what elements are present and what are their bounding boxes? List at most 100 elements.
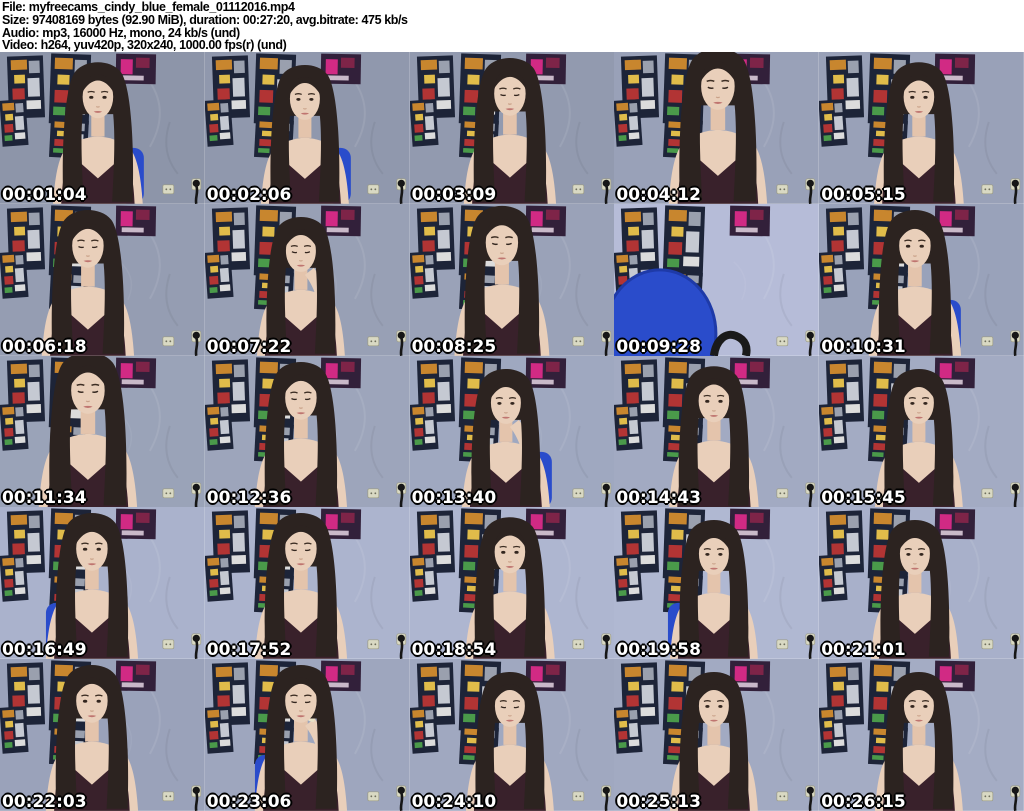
webcam-frame xyxy=(819,52,1024,204)
wall-poster xyxy=(0,250,29,299)
webcam-frame xyxy=(819,507,1024,660)
wall-poster xyxy=(819,706,848,754)
thumbnail-timestamp: 00:05:15 xyxy=(821,184,906,204)
webcam-frame xyxy=(409,507,615,660)
wall-poster xyxy=(115,660,157,692)
video-thumbnail: 00:26:15 xyxy=(819,659,1024,811)
file-info-line: File: myfreecams_cindy_blue_female_01112… xyxy=(2,0,295,14)
video-thumbnail: 00:11:34 xyxy=(0,355,205,508)
video-thumbnail: 00:18:54 xyxy=(409,507,615,660)
wall-poster xyxy=(409,402,439,451)
power-outlet xyxy=(162,184,175,195)
wall-poster xyxy=(0,402,29,451)
wall-poster xyxy=(115,205,157,237)
webcam-frame xyxy=(819,659,1024,811)
power-outlet xyxy=(572,639,584,650)
video-thumbnail: 00:05:15 xyxy=(819,52,1024,204)
thumbnail-timestamp: 00:23:06 xyxy=(206,792,292,811)
thumbnail-timestamp: 00:25:13 xyxy=(616,792,701,811)
wall-poster xyxy=(115,509,157,540)
webcam-frame xyxy=(614,355,820,508)
thumbnail-timestamp: 00:22:03 xyxy=(2,792,87,811)
wall-poster xyxy=(204,402,234,451)
wall-poster xyxy=(320,205,361,237)
wall-poster xyxy=(409,706,439,754)
video-thumbnail: 00:17:52 xyxy=(204,507,410,660)
wall-poster xyxy=(614,99,643,147)
video-thumbnail: 00:19:58 xyxy=(614,507,820,660)
wall-poster xyxy=(115,357,157,388)
power-outlet xyxy=(367,791,379,802)
power-outlet xyxy=(572,791,584,802)
wall-poster xyxy=(730,205,771,237)
webcam-frame xyxy=(614,203,820,356)
power-outlet xyxy=(981,639,994,650)
wall-poster xyxy=(204,554,234,603)
video-thumbnail: 00:23:06 xyxy=(204,659,410,811)
video-thumbnail: 00:03:09 xyxy=(409,52,615,204)
power-outlet xyxy=(776,639,789,650)
video-thumbnail: 00:22:03 xyxy=(0,659,205,811)
wall-poster xyxy=(409,99,439,147)
power-outlet xyxy=(572,336,584,346)
thumbnail-timestamp: 00:09:28 xyxy=(616,336,701,356)
video-info-line: Video: h264, yuv420p, 320x240, 1000.00 f… xyxy=(2,38,287,53)
wall-poster xyxy=(819,554,848,603)
power-outlet xyxy=(367,488,379,498)
webcam-frame xyxy=(614,507,820,660)
wall-poster xyxy=(819,250,848,299)
webcam-frame xyxy=(0,659,205,811)
thumbnail-timestamp: 00:13:40 xyxy=(411,488,497,508)
power-outlet xyxy=(776,336,789,346)
webcam-frame xyxy=(819,203,1024,356)
webcam-frame xyxy=(409,659,615,811)
power-outlet xyxy=(367,639,379,650)
power-outlet xyxy=(367,184,379,195)
power-outlet xyxy=(162,639,175,650)
power-outlet xyxy=(572,488,584,498)
thumbnail-timestamp: 00:12:36 xyxy=(206,488,292,508)
video-thumbnail: 00:07:22 xyxy=(204,203,410,356)
webcam-frame xyxy=(204,507,410,660)
video-thumbnail: 00:12:36 xyxy=(204,355,410,508)
wall-poster xyxy=(0,706,29,754)
thumbnail-timestamp: 00:04:12 xyxy=(616,184,701,204)
webcam-frame xyxy=(614,52,820,204)
thumbnail-timestamp: 00:14:43 xyxy=(616,488,701,508)
webcam-frame xyxy=(204,203,410,356)
thumbnail-timestamp: 00:10:31 xyxy=(821,336,906,356)
thumbnail-timestamp: 00:06:18 xyxy=(2,336,87,356)
power-outlet xyxy=(776,791,789,802)
wall-poster xyxy=(0,554,29,603)
wall-poster xyxy=(204,99,234,147)
thumbnail-timestamp: 00:08:25 xyxy=(411,336,497,356)
thumbnail-timestamp: 00:17:52 xyxy=(206,640,292,660)
thumbnail-timestamp: 00:18:54 xyxy=(411,640,497,660)
wall-poster xyxy=(663,205,706,277)
wall-poster xyxy=(614,706,643,754)
wall-poster xyxy=(819,99,848,147)
webcam-frame xyxy=(0,203,205,356)
video-thumbnail: 00:08:25 xyxy=(409,203,615,356)
video-thumbnail: 00:13:40 xyxy=(409,355,615,508)
video-thumbnail: 00:14:43 xyxy=(614,355,820,508)
wall-poster xyxy=(614,554,643,603)
wall-poster xyxy=(525,357,566,388)
webcam-frame xyxy=(204,52,410,204)
wall-poster xyxy=(409,250,439,299)
power-outlet xyxy=(162,488,175,498)
thumbnail-timestamp: 00:11:34 xyxy=(2,488,87,508)
thumbnail-timestamp: 00:16:49 xyxy=(2,640,87,660)
webcam-frame xyxy=(204,659,410,811)
wall-poster xyxy=(614,402,643,451)
webcam-frame xyxy=(204,355,410,508)
power-outlet xyxy=(776,184,789,195)
size-info-line: Size: 97408169 bytes (92.90 MiB), durati… xyxy=(2,12,408,27)
thumbnail-timestamp: 00:03:09 xyxy=(411,184,497,204)
video-thumbnail: 00:25:13 xyxy=(614,659,820,811)
video-thumbnail: 00:02:06 xyxy=(204,52,410,204)
power-outlet xyxy=(162,791,175,802)
thumbnail-timestamp: 00:24:10 xyxy=(411,792,497,811)
thumbnail-timestamp: 00:21:01 xyxy=(821,640,906,660)
webcam-frame xyxy=(0,355,205,508)
